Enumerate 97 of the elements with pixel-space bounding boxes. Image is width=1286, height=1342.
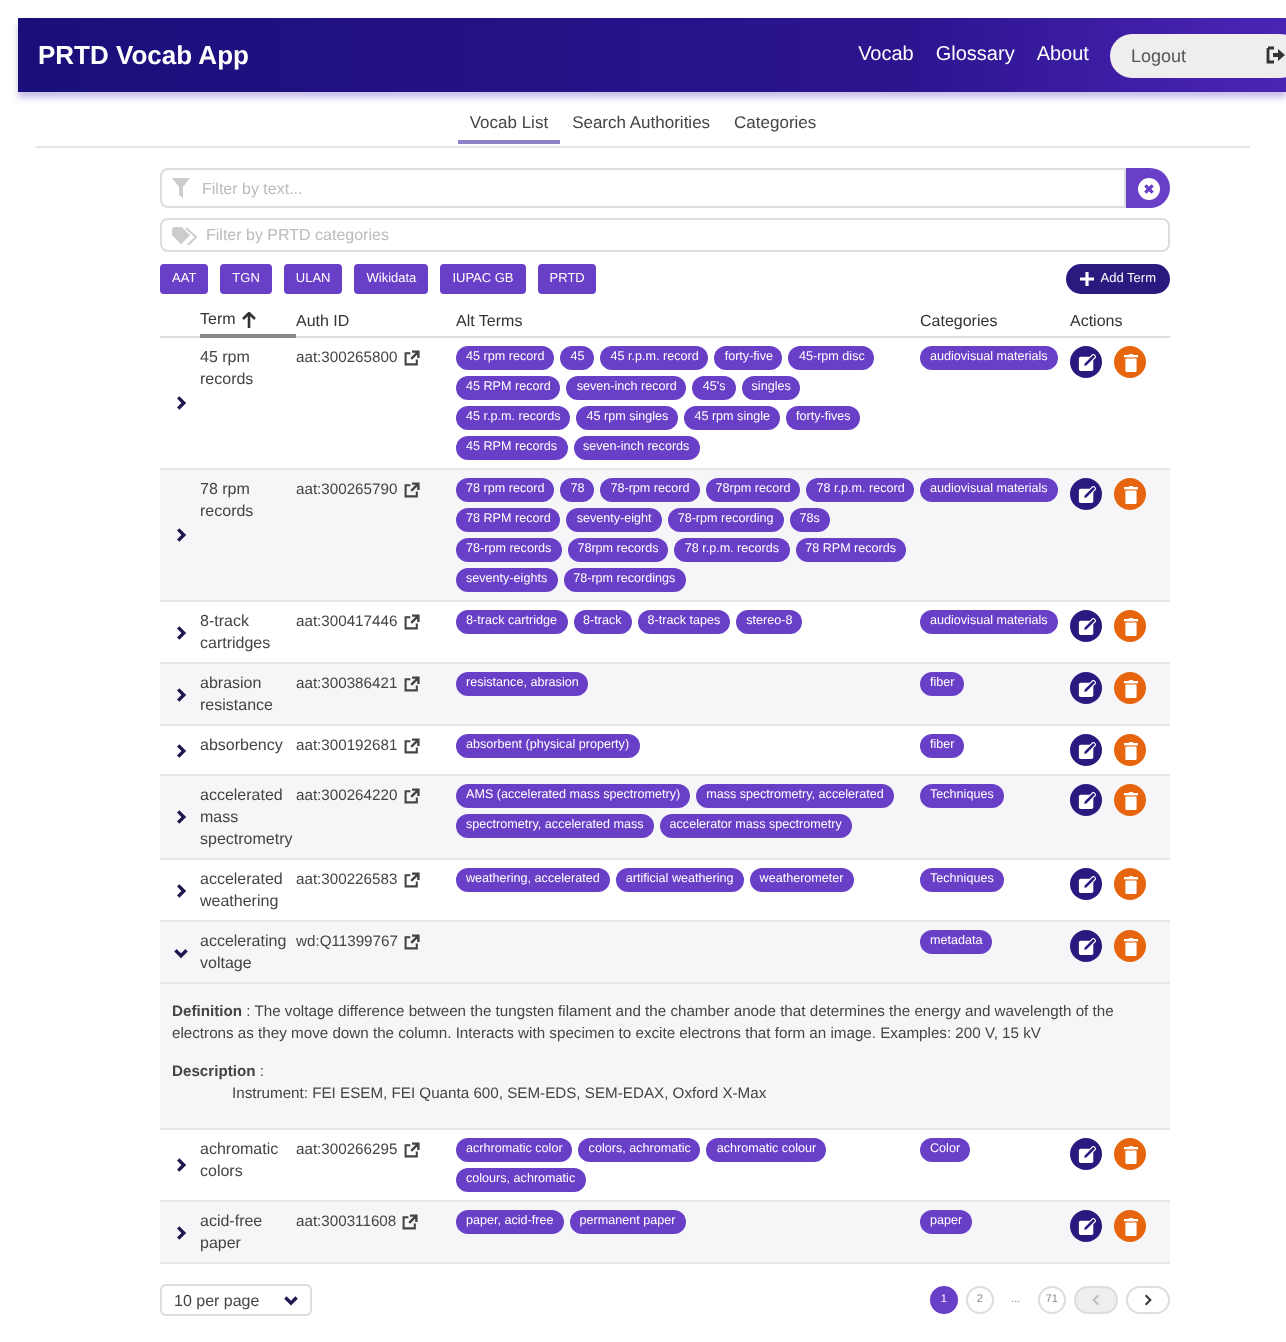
plus-icon — [1080, 272, 1095, 286]
edit-icon — [1077, 875, 1095, 893]
edit-button[interactable] — [1070, 930, 1102, 962]
edit-button[interactable] — [1070, 868, 1102, 900]
column-header: Auth ID — [296, 311, 350, 329]
edit-icon — [1077, 791, 1095, 809]
next-page-button[interactable] — [1126, 1286, 1170, 1314]
delete-button[interactable] — [1114, 868, 1146, 900]
sort-up-icon — [241, 311, 256, 327]
external-link-icon[interactable] — [403, 349, 420, 365]
delete-button[interactable] — [1114, 1138, 1146, 1170]
expand-chevron-icon[interactable] — [173, 528, 187, 542]
trash-icon — [1123, 485, 1137, 503]
delete-button[interactable] — [1114, 610, 1146, 642]
edit-button[interactable] — [1070, 734, 1102, 766]
trash-icon — [1123, 1217, 1137, 1235]
page-size-select[interactable]: 10 per page — [160, 1284, 312, 1316]
tab[interactable]: Search Authorities — [560, 108, 723, 144]
trash-icon — [1123, 937, 1137, 955]
external-link-icon[interactable] — [403, 787, 420, 803]
chevron-down-icon — [283, 1295, 298, 1305]
edit-button[interactable] — [1070, 346, 1102, 378]
external-link-icon[interactable] — [403, 933, 420, 949]
logout-icon — [1266, 46, 1286, 64]
external-link-icon[interactable] — [403, 737, 420, 753]
column-header: Alt Terms — [456, 311, 523, 329]
term-cell-text: accelerating voltage — [200, 930, 289, 974]
close-icon — [1137, 177, 1159, 199]
column-header: Categories — [920, 311, 998, 329]
term-cell-text: acid-free paper — [200, 1210, 265, 1254]
expand-chevron-icon[interactable] — [173, 1158, 187, 1172]
filter-icon — [172, 178, 190, 198]
column-header: Actions — [1070, 311, 1123, 329]
term-cell-text: accelerated weathering — [200, 868, 285, 912]
trash-icon — [1123, 1145, 1137, 1163]
category-filter-field[interactable]: Filter by PRTD categories — [160, 218, 1170, 252]
chevron-left-icon — [1092, 1294, 1100, 1306]
edit-icon — [1077, 1217, 1095, 1235]
external-link-icon[interactable] — [403, 871, 420, 887]
external-link-icon[interactable] — [403, 675, 420, 691]
delete-button[interactable] — [1114, 478, 1146, 510]
edit-button[interactable] — [1070, 1138, 1102, 1170]
trash-icon — [1123, 617, 1137, 635]
tag-icon — [172, 226, 198, 244]
edit-icon — [1077, 937, 1095, 955]
expand-chevron-icon[interactable] — [173, 743, 187, 757]
chevron-right-icon — [1144, 1294, 1152, 1306]
delete-button[interactable] — [1114, 734, 1146, 766]
edit-button[interactable] — [1070, 478, 1102, 510]
trash-icon — [1123, 353, 1137, 371]
expand-chevron-icon[interactable] — [173, 1225, 187, 1239]
term-cell-text: abrasion resistance — [200, 672, 275, 716]
tab[interactable]: Vocab List — [457, 108, 561, 144]
term-cell-text: 8-track cartridges — [200, 610, 273, 654]
edit-icon — [1077, 741, 1095, 759]
nav-link[interactable]: Glossary — [935, 44, 1015, 66]
edit-button[interactable] — [1070, 784, 1102, 816]
tab[interactable]: Categories — [722, 108, 829, 144]
expand-chevron-icon[interactable] — [173, 687, 187, 701]
collapse-chevron-icon[interactable] — [173, 945, 187, 959]
external-link-icon[interactable] — [402, 1213, 419, 1229]
expand-chevron-icon[interactable] — [173, 883, 187, 897]
trash-icon — [1123, 679, 1137, 697]
expand-chevron-icon[interactable] — [173, 625, 187, 639]
trash-icon — [1123, 875, 1137, 893]
clear-button[interactable] — [1126, 168, 1170, 208]
term-cell-text: 78 rpm records — [200, 478, 256, 522]
expand-chevron-icon[interactable] — [173, 810, 187, 824]
external-link-icon[interactable] — [403, 613, 420, 629]
edit-icon — [1077, 1145, 1095, 1163]
edit-button[interactable] — [1070, 610, 1102, 642]
edit-icon — [1077, 353, 1095, 371]
delete-button[interactable] — [1114, 930, 1146, 962]
term-cell-text: 45 rpm records — [200, 346, 256, 390]
delete-button[interactable] — [1114, 672, 1146, 704]
trash-icon — [1123, 741, 1137, 759]
expand-chevron-icon[interactable] — [173, 396, 187, 410]
external-link-icon[interactable] — [403, 1141, 420, 1157]
delete-button[interactable] — [1114, 1210, 1146, 1242]
edit-button[interactable] — [1070, 1210, 1102, 1242]
delete-button[interactable] — [1114, 784, 1146, 816]
delete-button[interactable] — [1114, 346, 1146, 378]
term-cell: absorbency — [200, 734, 283, 756]
app-title: PRTD Vocab App — [38, 40, 251, 70]
logout-button[interactable]: Logout — [1110, 33, 1286, 77]
edit-icon — [1077, 485, 1095, 503]
edit-icon — [1077, 617, 1095, 635]
nav-link[interactable]: About — [1036, 44, 1089, 66]
text-filter-field[interactable]: Filter by text... — [160, 168, 1126, 208]
trash-icon — [1123, 791, 1137, 809]
column-header[interactable]: Term — [200, 310, 236, 328]
nav-link[interactable]: Vocab — [858, 44, 914, 66]
edit-button[interactable] — [1070, 672, 1102, 704]
term-cell-text: accelerated mass spectrometry — [200, 784, 295, 850]
term-cell-text: achromatic colors — [200, 1138, 281, 1182]
edit-icon — [1077, 679, 1095, 697]
external-link-icon[interactable] — [403, 481, 420, 497]
